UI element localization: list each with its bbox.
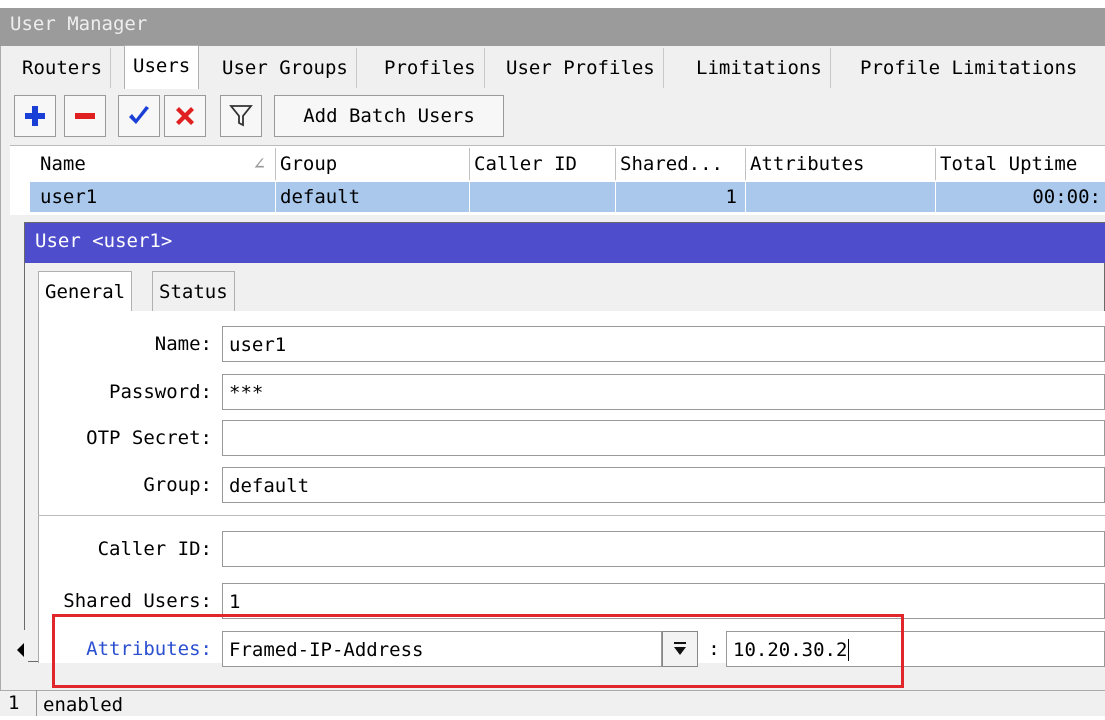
filter-icon — [229, 105, 253, 127]
tab-limitations[interactable]: Limitations — [688, 48, 831, 88]
tab-user-profiles[interactable]: User Profiles — [498, 48, 664, 88]
tab-profile-limitations[interactable]: Profile Limitations — [852, 48, 1086, 88]
password-label: Password: — [109, 381, 212, 403]
column-header-group[interactable]: Group — [276, 148, 470, 180]
dialog-title: User <user1> — [35, 230, 173, 252]
item-count: 1 — [8, 692, 20, 714]
add-batch-users-button[interactable]: Add Batch Users — [274, 95, 504, 137]
enable-button[interactable] — [118, 95, 160, 137]
cross-icon — [176, 107, 194, 125]
sort-icon: ∠ — [253, 153, 265, 175]
dialog-titlebar[interactable]: User <user1> — [25, 223, 1105, 263]
plus-icon — [25, 106, 45, 126]
add-button[interactable] — [14, 95, 56, 137]
password-field[interactable]: *** — [222, 374, 1105, 410]
column-header-total-uptime[interactable]: Total Uptime — [936, 148, 1105, 180]
cell-caller-id — [470, 182, 616, 212]
attributes-highlight-box — [52, 614, 904, 688]
window-title: User Manager — [10, 13, 148, 35]
name-field[interactable]: user1 — [222, 326, 1105, 362]
status-bar — [0, 690, 1105, 716]
dialog-tab-general[interactable]: General — [38, 271, 133, 312]
dialog-tab-status[interactable]: Status — [152, 271, 235, 312]
cell-total-uptime: 00:00: — [1032, 186, 1101, 208]
column-header-attributes[interactable]: Attributes — [746, 148, 936, 180]
status-text: enabled — [36, 690, 123, 716]
arrow-left-icon — [17, 643, 24, 657]
name-label: Name: — [154, 333, 212, 355]
disable-button[interactable] — [164, 95, 206, 137]
otp-secret-label: OTP Secret: — [86, 427, 212, 449]
cell-attributes — [746, 182, 936, 212]
caller-id-label: Caller ID: — [97, 538, 212, 560]
cell-group: default — [276, 182, 470, 212]
group-label: Group: — [143, 474, 212, 496]
tab-user-groups[interactable]: User Groups — [214, 48, 357, 88]
add-batch-users-label: Add Batch Users — [303, 105, 475, 127]
scroll-left-button[interactable] — [14, 630, 28, 670]
divider — [38, 515, 1105, 516]
tab-profiles[interactable]: Profiles — [376, 48, 485, 88]
tab-routers[interactable]: Routers — [14, 48, 112, 88]
column-header-caller-id[interactable]: Caller ID — [470, 148, 616, 180]
tab-users[interactable]: Users — [124, 45, 200, 89]
cell-shared: 1 — [616, 182, 746, 212]
window-titlebar: User Manager — [0, 0, 1105, 46]
filter-button[interactable] — [220, 95, 262, 137]
column-header-name[interactable]: Name ∠ — [36, 148, 276, 180]
checkmark-icon — [129, 106, 149, 124]
remove-button[interactable] — [64, 95, 106, 137]
minus-icon — [75, 113, 95, 119]
group-field[interactable]: default — [222, 467, 1105, 503]
cell-name: user1 — [36, 182, 276, 212]
caller-id-field[interactable] — [222, 531, 1105, 567]
otp-secret-field[interactable] — [222, 420, 1105, 456]
column-header-shared[interactable]: Shared... — [616, 148, 746, 180]
